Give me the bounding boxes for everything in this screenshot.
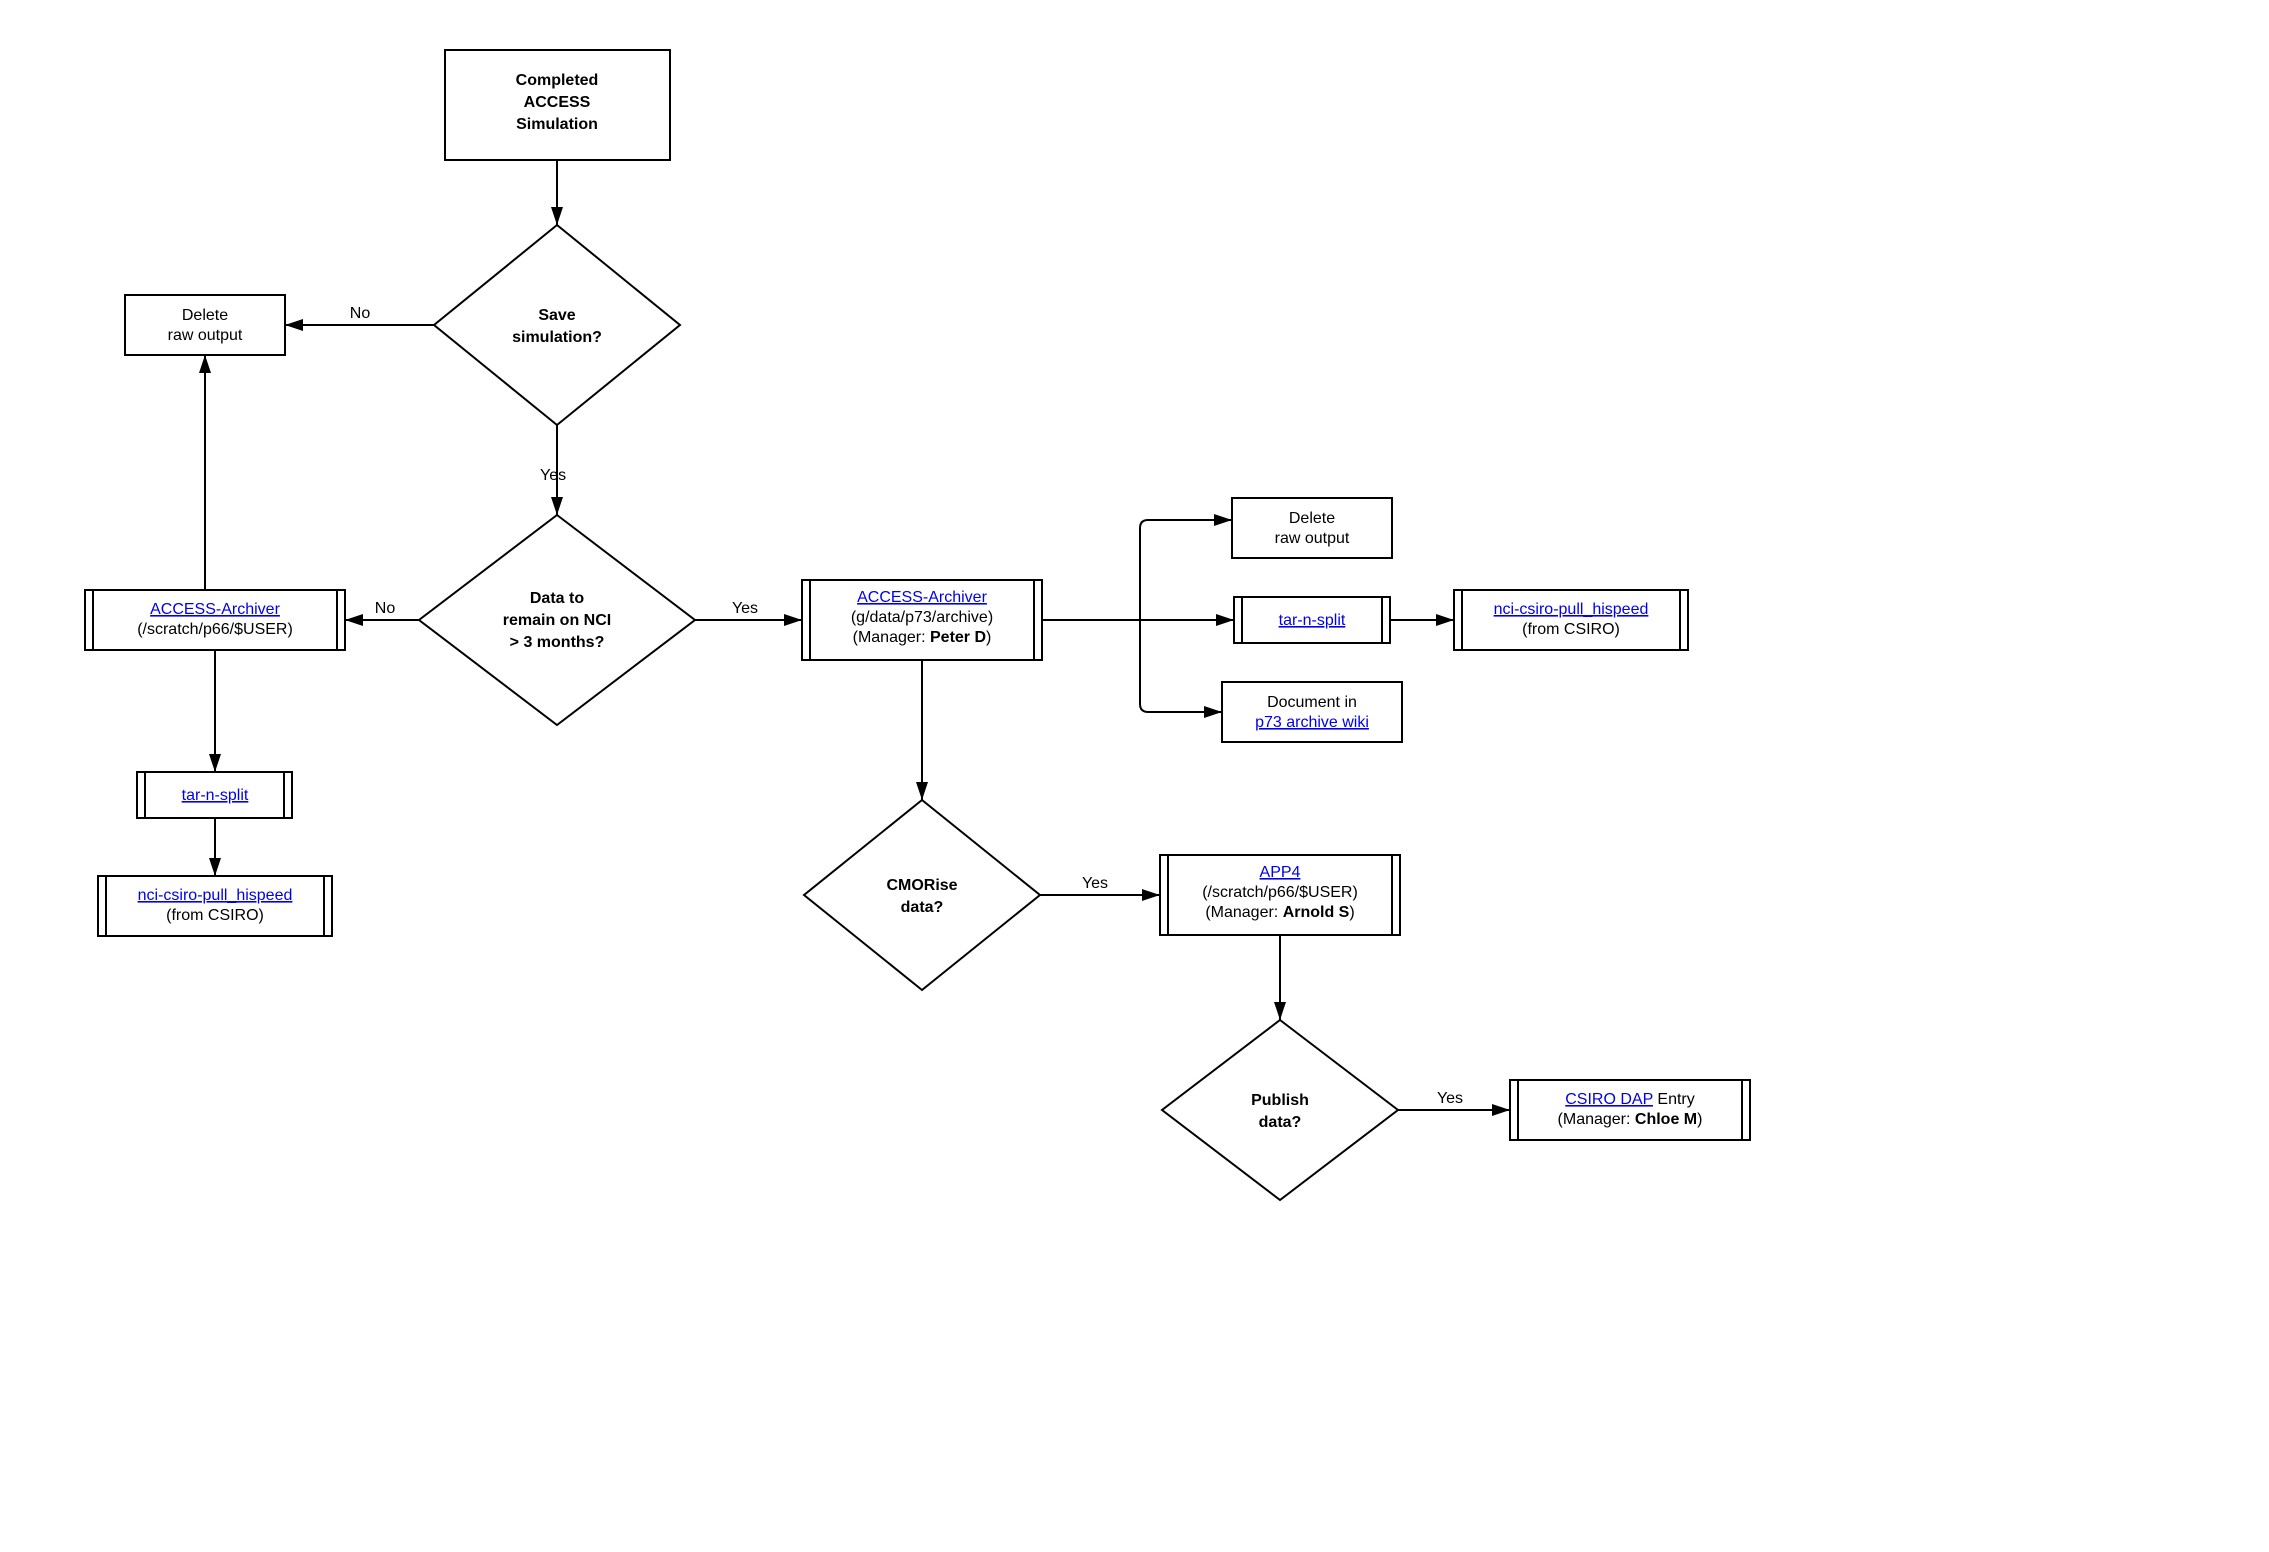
save-sim-l2: simulation? [512, 329, 602, 346]
app4-link[interactable]: APP4 [1260, 864, 1301, 881]
flowchart-diagram: Completed ACCESS Simulation Save simulat… [0, 0, 2269, 1552]
node-nci-csiro-pull-left: nci-csiro-pull_hispeed (from CSIRO) [98, 876, 332, 936]
nci-csiro-pull-left-link[interactable]: nci-csiro-pull_hispeed [138, 887, 293, 904]
start-line1: Completed [516, 72, 599, 89]
start-line3: Simulation [516, 116, 598, 133]
node-delete-raw-output-right: Delete raw output [1232, 498, 1392, 558]
access-archiver-p73-sub1: (g/data/p73/archive) [851, 609, 993, 626]
nci-csiro-pull-right-sub: (from CSIRO) [1522, 621, 1620, 638]
node-document-p73-wiki: Document in p73 archive wiki [1222, 682, 1402, 742]
app4-sub2: (Manager: Arnold S) [1205, 904, 1354, 921]
decision-save-simulation: Save simulation? [434, 225, 680, 425]
dap-title: CSIRO DAP Entry [1565, 1091, 1695, 1108]
node-delete-raw-output-left: Delete raw output [125, 295, 285, 355]
nci-csiro-pull-right-link[interactable]: nci-csiro-pull_hispeed [1494, 601, 1649, 618]
remain-l1: Data to [530, 590, 584, 607]
tar-n-split-left-link[interactable]: tar-n-split [182, 787, 249, 804]
edge-label-yes-1: Yes [540, 467, 566, 484]
node-csiro-dap-entry: CSIRO DAP Entry (Manager: Chloe M) [1510, 1080, 1750, 1140]
save-sim-l1: Save [538, 307, 575, 324]
edge-label-yes-2: Yes [732, 600, 758, 617]
edge-label-yes-3: Yes [1082, 875, 1108, 892]
edge-label-no-2: No [375, 600, 396, 617]
start-line2: ACCESS [524, 94, 591, 111]
delete-raw-l2: raw output [168, 327, 243, 344]
publish-l1: Publish [1251, 1092, 1309, 1109]
publish-l2: data? [1259, 1114, 1302, 1131]
node-tar-n-split-right: tar-n-split [1234, 597, 1390, 643]
access-archiver-scratch-link[interactable]: ACCESS-Archiver [150, 601, 280, 618]
edge-label-yes-4: Yes [1437, 1090, 1463, 1107]
dap-link[interactable]: CSIRO DAP [1565, 1091, 1653, 1108]
decision-cmorise-data: CMORise data? [804, 800, 1040, 990]
node-completed-access-simulation: Completed ACCESS Simulation [445, 50, 670, 160]
dap-sub: (Manager: Chloe M) [1558, 1111, 1703, 1128]
nci-csiro-pull-left-sub: (from CSIRO) [166, 907, 264, 924]
doc-p73-link[interactable]: p73 archive wiki [1255, 714, 1369, 731]
delete-raw-r-l1: Delete [1289, 510, 1335, 527]
remain-l3: > 3 months? [510, 634, 605, 651]
remain-l2: remain on NCI [503, 612, 611, 629]
access-archiver-p73-sub2: (Manager: Peter D) [853, 629, 992, 646]
tar-n-split-right-link[interactable]: tar-n-split [1279, 612, 1346, 629]
access-archiver-scratch-sub: (/scratch/p66/$USER) [137, 621, 293, 638]
node-app4: APP4 (/scratch/p66/$USER) (Manager: Arno… [1160, 855, 1400, 935]
decision-remain-on-nci: Data to remain on NCI > 3 months? [419, 515, 695, 725]
access-archiver-p73-link[interactable]: ACCESS-Archiver [857, 589, 987, 606]
node-access-archiver-scratch: ACCESS-Archiver (/scratch/p66/$USER) [85, 590, 345, 650]
doc-p73-pre: Document in [1267, 694, 1357, 711]
edge-label-no-1: No [350, 305, 371, 322]
app4-sub1: (/scratch/p66/$USER) [1202, 884, 1358, 901]
node-tar-n-split-left: tar-n-split [137, 772, 292, 818]
cmorise-l2: data? [901, 899, 944, 916]
delete-raw-r-l2: raw output [1275, 530, 1350, 547]
decision-publish-data: Publish data? [1162, 1020, 1398, 1200]
node-access-archiver-p73: ACCESS-Archiver (g/data/p73/archive) (Ma… [802, 580, 1042, 660]
cmorise-l1: CMORise [886, 877, 957, 894]
node-nci-csiro-pull-right: nci-csiro-pull_hispeed (from CSIRO) [1454, 590, 1688, 650]
delete-raw-l1: Delete [182, 307, 228, 324]
